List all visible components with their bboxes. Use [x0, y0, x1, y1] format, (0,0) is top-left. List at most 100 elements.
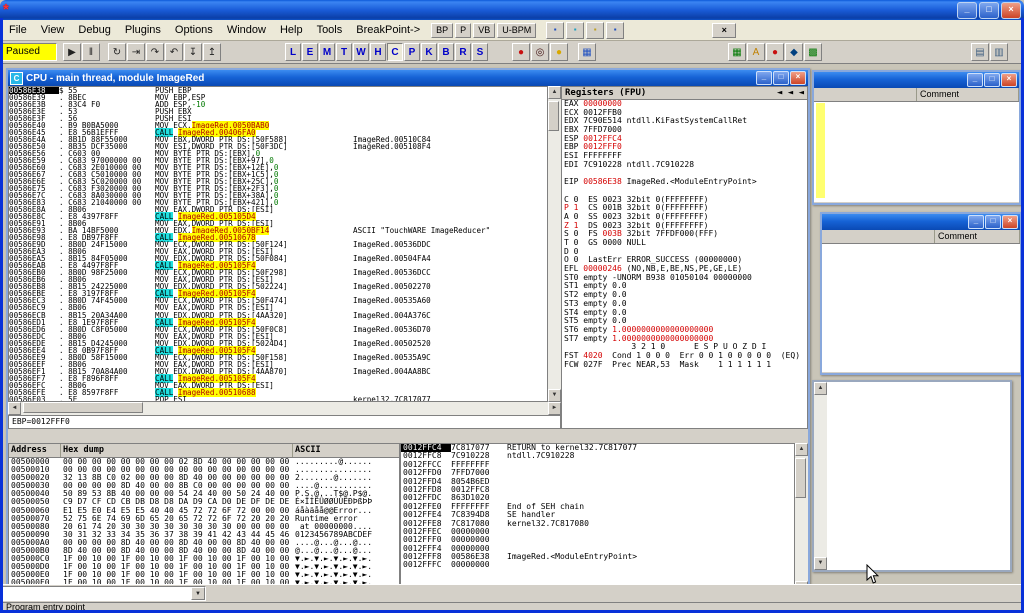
- scroll-up-icon[interactable]: ▲: [795, 443, 808, 456]
- window-letter-button-l[interactable]: L: [285, 43, 301, 61]
- side-window-scrollbar[interactable]: ▲ ▼: [814, 382, 827, 570]
- minimize-button[interactable]: _: [968, 215, 984, 229]
- disasm-row[interactable]: 00586E8C. E8 4397F8FFCALL ImageRed.00510…: [9, 213, 547, 220]
- disasm-row[interactable]: 00586E9D. 8B0D 24F15000MOV ECX,DWORD PTR…: [9, 241, 547, 248]
- close-button[interactable]: ×: [1002, 215, 1018, 229]
- cpu-minimize-button[interactable]: _: [756, 71, 772, 85]
- disasm-row[interactable]: 00586E38$ 55PUSH EBP: [9, 87, 547, 94]
- plugin-button[interactable]: ◎: [531, 43, 549, 61]
- scroll-right-icon[interactable]: ►: [548, 402, 561, 415]
- side-window-bottom-content[interactable]: ▲ ▼: [814, 382, 1010, 570]
- maximize-button[interactable]: □: [979, 2, 999, 19]
- scroll-left-icon[interactable]: ◄: [8, 402, 21, 415]
- side-window-middle-titlebar[interactable]: _ □ ×: [822, 214, 1020, 230]
- window-letter-button-w[interactable]: W: [353, 43, 369, 61]
- disasm-row[interactable]: 00586EFE. E8 8597F8FFCALL ImageRed.00510…: [9, 389, 547, 396]
- step-button[interactable]: ↻: [108, 43, 126, 61]
- menu-item-file[interactable]: File: [2, 22, 34, 38]
- step-button[interactable]: ↥: [203, 43, 221, 61]
- disasm-row[interactable]: 00586EF7. E8 F896F8FFCALL ImageRed.00510…: [9, 375, 547, 382]
- plugin-button[interactable]: ●: [550, 43, 568, 61]
- menu-plugin-icon[interactable]: ▪: [546, 22, 564, 39]
- window-letter-button-c[interactable]: C: [387, 43, 403, 61]
- scroll-up-icon[interactable]: ▲: [548, 86, 561, 99]
- registers-header-arrows-icon[interactable]: ◄ ◄ ◄: [777, 88, 804, 98]
- breakpoint-button-p[interactable]: P: [455, 23, 471, 38]
- disasm-row[interactable]: 00586E83. C683 21040000 00MOV BYTE PTR D…: [9, 199, 547, 206]
- window-letter-button-e[interactable]: E: [302, 43, 318, 61]
- window-letter-button-r[interactable]: R: [455, 43, 471, 61]
- step-button[interactable]: ↶: [165, 43, 183, 61]
- disasm-row[interactable]: 00586E3B. 83C4 F0ADD ESP,-10: [9, 101, 547, 108]
- command-combobox[interactable]: ▼: [2, 586, 206, 601]
- run-button[interactable]: ▶: [63, 43, 81, 61]
- dropdown-arrow-icon[interactable]: ▼: [191, 587, 205, 600]
- scroll-up-icon[interactable]: ▲: [814, 382, 827, 395]
- window-letter-button-t[interactable]: T: [336, 43, 352, 61]
- menu-item-debug[interactable]: Debug: [71, 22, 117, 38]
- cpu-maximize-button[interactable]: □: [773, 71, 789, 85]
- step-button[interactable]: ↧: [184, 43, 202, 61]
- window-letter-button-m[interactable]: M: [319, 43, 335, 61]
- side-window-middle-content[interactable]: [822, 244, 1020, 372]
- plugin-button[interactable]: ●: [766, 43, 784, 61]
- plugin-button[interactable]: ▩: [804, 43, 822, 61]
- cpu-close-button[interactable]: ×: [790, 71, 806, 85]
- plugin-button[interactable]: ▦: [728, 43, 746, 61]
- register-line[interactable]: T 0 GS 0000 NULL: [562, 239, 807, 248]
- disassembly-hscrollbar[interactable]: ◄ ►: [8, 402, 561, 415]
- register-line[interactable]: EDI 7C910228 ntdll.7C910228: [562, 161, 807, 170]
- plugin-button[interactable]: ▦: [578, 43, 596, 61]
- stack-pane[interactable]: 0012FFC47C817077RETURN to kernel32.7C817…: [400, 443, 795, 594]
- scroll-down-icon[interactable]: ▼: [548, 389, 561, 402]
- window-letter-button-b[interactable]: B: [438, 43, 454, 61]
- register-line[interactable]: FCW 027F Prec NEAR,53 Mask 1 1 1 1 1 1: [562, 361, 807, 370]
- window-letter-button-k[interactable]: K: [421, 43, 437, 61]
- menu-item-options[interactable]: Options: [168, 22, 220, 38]
- step-button[interactable]: ⇥: [127, 43, 145, 61]
- side-window-top-titlebar[interactable]: _ □ ×: [814, 72, 1019, 88]
- stack-row[interactable]: 0012FFFC00000000: [401, 561, 794, 569]
- maximize-button[interactable]: □: [984, 73, 1000, 87]
- breakpoint-button-ubpm[interactable]: U-BPM: [497, 23, 536, 38]
- window-letter-button-p[interactable]: P: [404, 43, 420, 61]
- disasm-row[interactable]: 00586EB0. 8B0D 98F25000MOV ECX,DWORD PTR…: [9, 269, 547, 276]
- pause-button[interactable]: ‖: [82, 43, 100, 61]
- menu-item-tools[interactable]: Tools: [310, 22, 350, 38]
- cpu-window-titlebar[interactable]: C CPU - main thread, module ImageRed _ □…: [8, 70, 808, 86]
- minimize-button[interactable]: _: [967, 73, 983, 87]
- disassembly-scrollbar[interactable]: ▲ ▼: [548, 86, 561, 402]
- minimize-button[interactable]: _: [957, 2, 977, 19]
- disasm-row[interactable]: 00586ED6. 8B0D C8F05000MOV ECX,DWORD PTR…: [9, 326, 547, 333]
- menu-plugin-icon[interactable]: ▪: [606, 22, 624, 39]
- menu-plugin-icon[interactable]: ▪: [566, 22, 584, 39]
- maximize-button[interactable]: □: [985, 215, 1001, 229]
- disasm-row[interactable]: 00586EE9. 8B0D 58F15000MOV ECX,DWORD PTR…: [9, 354, 547, 361]
- plugin-button[interactable]: ▥: [990, 43, 1008, 61]
- breakpoint-button-vb[interactable]: VB: [473, 23, 495, 38]
- command-input[interactable]: [3, 587, 191, 600]
- scroll-down-icon[interactable]: ▼: [814, 557, 827, 570]
- menu-item-breakpoint[interactable]: BreakPoint->: [349, 22, 427, 38]
- info-pane[interactable]: EBP=0012FFF0: [8, 415, 561, 429]
- side-window-top-content[interactable]: [814, 102, 1019, 202]
- close-button[interactable]: ×: [1001, 2, 1021, 19]
- dump-pane[interactable]: Address Hex dump ASCII 0050000000 00 00 …: [8, 443, 400, 594]
- breakpoint-button-bp[interactable]: BP: [431, 23, 453, 38]
- window-letter-button-s[interactable]: S: [472, 43, 488, 61]
- registers-pane[interactable]: Registers (FPU) ◄ ◄ ◄ EAX 00000000ECX 00…: [561, 86, 808, 429]
- menu-item-help[interactable]: Help: [273, 22, 310, 38]
- close-button[interactable]: ×: [1001, 73, 1017, 87]
- register-line[interactable]: EIP 00586E38 ImageRed.<ModuleEntryPoint>: [562, 178, 807, 187]
- menu-plugin-icon[interactable]: ▪: [586, 22, 604, 39]
- toolbar-close-icon[interactable]: ×: [712, 23, 736, 38]
- plugin-button[interactable]: ▤: [971, 43, 989, 61]
- disasm-row[interactable]: 00586E3E. 53PUSH EBX: [9, 108, 547, 115]
- title-bar[interactable]: * _ □ ×: [0, 0, 1024, 20]
- plugin-button[interactable]: A: [747, 43, 765, 61]
- plugin-button[interactable]: ●: [512, 43, 530, 61]
- disasm-row[interactable]: 00586EC3. 8B0D 74F45000MOV ECX,DWORD PTR…: [9, 297, 547, 304]
- window-letter-button-h[interactable]: H: [370, 43, 386, 61]
- plugin-button[interactable]: ◆: [785, 43, 803, 61]
- disassembly-pane[interactable]: 00586E38$ 55PUSH EBP00586E39. 8BECMOV EB…: [8, 86, 548, 402]
